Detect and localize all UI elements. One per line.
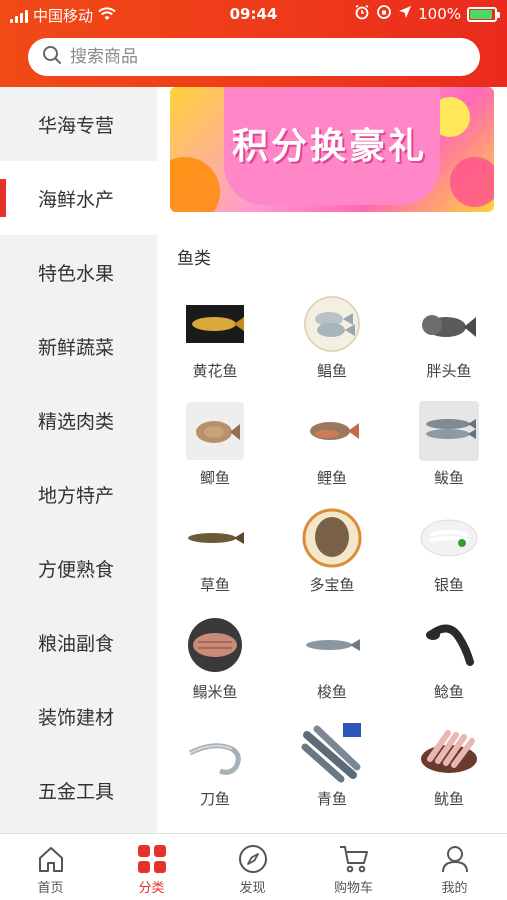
product-label: 鲳鱼 <box>316 362 347 380</box>
sidebar-item-label: 装饰建材 <box>38 706 115 729</box>
sidebar-item-label: 华海专营 <box>38 114 115 137</box>
cart-icon <box>338 843 370 875</box>
tab-label: 分类 <box>138 881 165 896</box>
sole-image <box>184 614 246 676</box>
sidebar-item-label: 地方特产 <box>38 484 115 507</box>
category-icon <box>136 843 168 875</box>
header: 中国移动 09:44 100% <box>0 0 507 87</box>
hairtail-image <box>184 721 246 783</box>
sidebar-item-hardware[interactable]: 五金工具 <box>0 753 157 827</box>
tab-label: 发现 <box>239 881 266 896</box>
product-label: 鳎米鱼 <box>192 683 238 701</box>
status-bar: 中国移动 09:44 100% <box>0 0 507 30</box>
product-item[interactable]: 梭鱼 <box>274 606 390 713</box>
sidebar-item-label: 新鲜蔬菜 <box>38 336 115 359</box>
product-item[interactable]: 黄花鱼 <box>157 285 273 392</box>
sidebar-item-label: 海鲜水产 <box>38 188 115 211</box>
product-item[interactable]: 鱿鱼 <box>391 713 507 820</box>
product-label: 青鱼 <box>316 790 347 808</box>
user-icon <box>439 843 471 875</box>
status-right: 100% <box>354 4 500 24</box>
product-label: 鲫鱼 <box>199 469 230 487</box>
alarm-icon <box>354 4 370 24</box>
battery-percent: 100% <box>418 5 461 23</box>
product-item[interactable]: 鳎米鱼 <box>157 606 273 713</box>
sidebar-item-vegetables[interactable]: 新鲜蔬菜 <box>0 309 157 383</box>
banner-text: 积分换豪礼 <box>232 126 428 167</box>
crucian-carp-image <box>184 400 246 462</box>
tab-label: 购物车 <box>333 881 373 896</box>
product-label: 多宝鱼 <box>309 576 355 594</box>
sidebar-item-label: 方便熟食 <box>38 558 115 581</box>
sidebar-item-label: 五金工具 <box>38 780 115 803</box>
product-item[interactable]: 草鱼 <box>157 499 273 606</box>
sidebar-item-fruit[interactable]: 特色水果 <box>0 235 157 309</box>
sidebar-item-grain-oil[interactable]: 粮油副食 <box>0 605 157 679</box>
tab-category[interactable]: 分类 <box>101 834 202 900</box>
product-item[interactable]: 胖头鱼 <box>391 285 507 392</box>
product-label: 草鱼 <box>199 576 230 594</box>
turbot-image <box>301 507 363 569</box>
product-item[interactable]: 青鱼 <box>274 713 390 820</box>
tab-mine[interactable]: 我的 <box>404 834 505 900</box>
sidebar-item-label: 特色水果 <box>38 262 115 285</box>
product-label: 鲶鱼 <box>433 683 464 701</box>
sidebar-item-building-materials[interactable]: 装饰建材 <box>0 679 157 753</box>
product-label: 银鱼 <box>433 576 464 594</box>
sidebar-item-huahai[interactable]: 华海专营 <box>0 87 157 161</box>
product-item[interactable]: 银鱼 <box>391 499 507 606</box>
yellow-croaker-image <box>184 293 246 355</box>
product-label: 梭鱼 <box>316 683 347 701</box>
bighead-carp-image <box>418 293 480 355</box>
product-item[interactable]: 鲅鱼 <box>391 392 507 499</box>
product-item[interactable]: 刀鱼 <box>157 713 273 820</box>
tab-label: 我的 <box>441 881 468 896</box>
rotation-lock-icon <box>376 4 392 24</box>
location-icon <box>398 5 412 23</box>
product-label: 黄花鱼 <box>192 362 238 380</box>
product-panel: 积分换豪礼 鱼类 黄花鱼 鲳鱼 胖头鱼 鲫鱼 鲤鱼 鲅鱼 草鱼 多宝鱼 银鱼 鳎… <box>157 87 507 833</box>
black-carp-image <box>301 721 363 783</box>
sidebar-item-seafood[interactable]: 海鲜水产 <box>0 161 157 235</box>
compass-icon <box>237 843 269 875</box>
product-item[interactable]: 鲳鱼 <box>274 285 390 392</box>
product-label: 鲅鱼 <box>433 469 464 487</box>
product-item[interactable]: 鲫鱼 <box>157 392 273 499</box>
sidebar-item-deli[interactable]: 方便熟食 <box>0 531 157 605</box>
banner-decoration <box>170 157 220 212</box>
carp-image <box>301 400 363 462</box>
home-icon <box>35 843 67 875</box>
spanish-mackerel-image <box>418 400 480 462</box>
product-item[interactable]: 多宝鱼 <box>274 499 390 606</box>
product-label: 胖头鱼 <box>426 362 472 380</box>
search-bar[interactable] <box>28 38 480 76</box>
promo-banner[interactable]: 积分换豪礼 <box>170 87 494 212</box>
product-label: 鱿鱼 <box>433 790 464 808</box>
mullet-image <box>301 614 363 676</box>
squid-image <box>418 721 480 783</box>
search-input[interactable] <box>70 47 450 67</box>
product-item[interactable]: 鲤鱼 <box>274 392 390 499</box>
product-item[interactable]: 鲶鱼 <box>391 606 507 713</box>
pomfret-image <box>301 293 363 355</box>
tab-discover[interactable]: 发现 <box>202 834 303 900</box>
section-title: 鱼类 <box>177 249 211 269</box>
search-icon <box>42 45 62 69</box>
banner-decoration <box>450 157 494 207</box>
bottom-tab-bar: 首页 分类 发现 购物车 我的 <box>0 833 507 900</box>
category-sidebar: 华海专营 海鲜水产 特色水果 新鲜蔬菜 精选肉类 地方特产 方便熟食 粮油副食 … <box>0 87 157 833</box>
sidebar-item-label: 粮油副食 <box>38 632 115 655</box>
tab-label: 首页 <box>37 881 64 896</box>
tab-cart[interactable]: 购物车 <box>303 834 404 900</box>
sidebar-item-label: 精选肉类 <box>38 410 115 433</box>
sidebar-item-meat[interactable]: 精选肉类 <box>0 383 157 457</box>
sidebar-item-local-specialty[interactable]: 地方特产 <box>0 457 157 531</box>
grass-carp-image <box>184 507 246 569</box>
whitebait-image <box>418 507 480 569</box>
catfish-image <box>418 614 480 676</box>
product-label: 刀鱼 <box>199 790 230 808</box>
tab-home[interactable]: 首页 <box>0 834 101 900</box>
product-label: 鲤鱼 <box>316 469 347 487</box>
battery-icon <box>467 6 500 22</box>
